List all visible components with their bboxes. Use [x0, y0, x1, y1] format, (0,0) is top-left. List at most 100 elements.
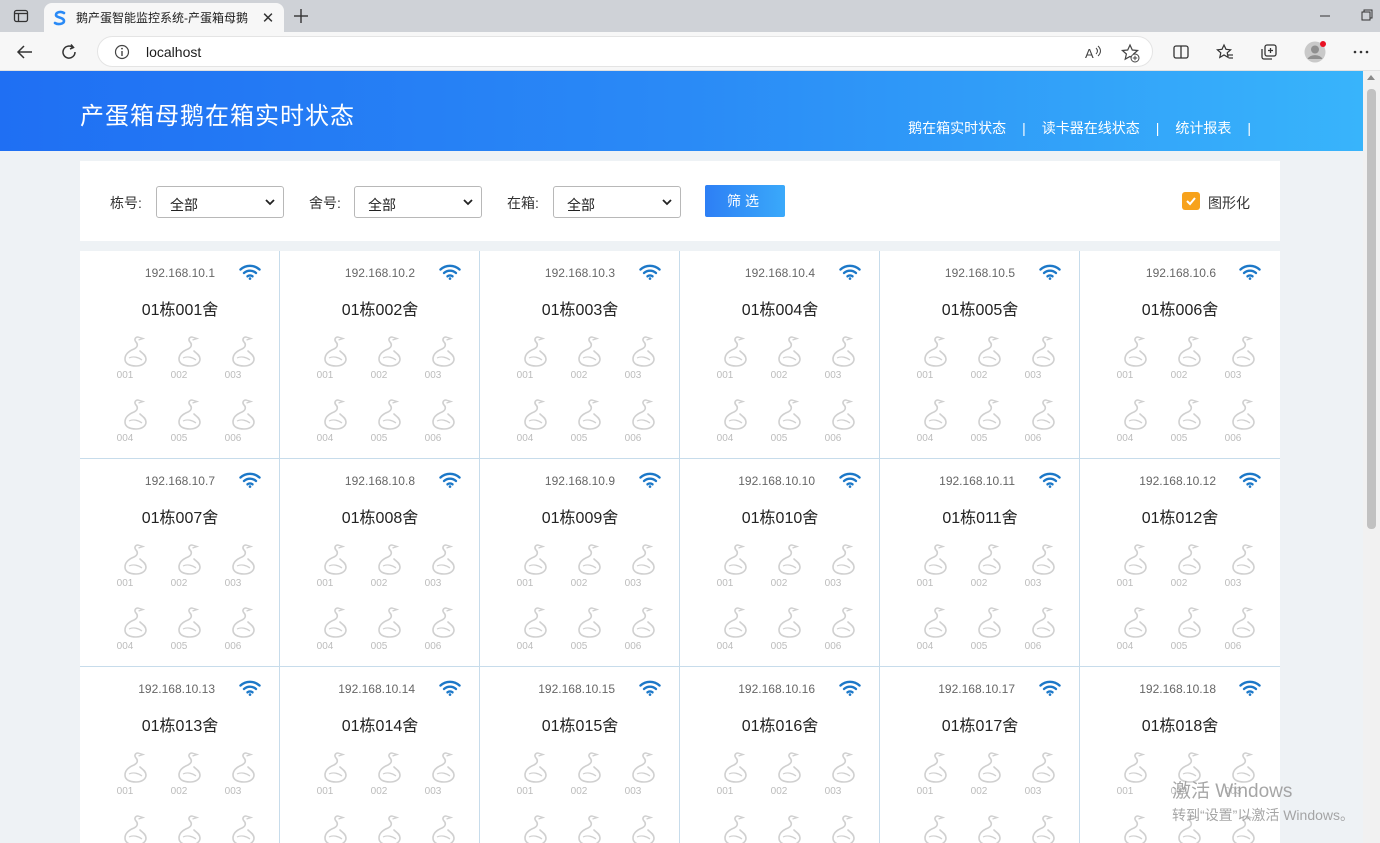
filter-button[interactable]: 筛选	[705, 185, 785, 217]
nest-box[interactable]: 004	[109, 397, 163, 460]
nest-box[interactable]: 001	[709, 542, 763, 605]
nest-box[interactable]: 004	[1109, 605, 1163, 668]
nest-box[interactable]: 003	[817, 750, 871, 813]
nest-box[interactable]: 003	[217, 334, 271, 397]
minimize-button[interactable]	[1312, 6, 1338, 26]
room-card[interactable]: 192.168.10.14 01栋014舍 001 002 003 004005006	[280, 667, 480, 843]
nest-box[interactable]: 006	[1017, 605, 1071, 668]
read-aloud-icon[interactable]: A	[1084, 43, 1104, 63]
nest-box[interactable]: 004	[309, 605, 363, 668]
nest-box[interactable]: 006	[617, 813, 671, 843]
address-bar[interactable]: localhost A	[97, 36, 1153, 67]
nest-box[interactable]: 006	[417, 813, 471, 843]
nest-box[interactable]: 001	[309, 334, 363, 397]
nest-box[interactable]: 006	[417, 605, 471, 668]
room-card[interactable]: 192.168.10.4 01栋004舍 001 002 003 004 005 006	[680, 251, 880, 459]
nest-box[interactable]: 003	[1017, 542, 1071, 605]
nest-box[interactable]: 001	[309, 542, 363, 605]
nest-box[interactable]: 001	[109, 542, 163, 605]
restore-button[interactable]	[1356, 6, 1378, 26]
nest-box[interactable]: 001	[509, 542, 563, 605]
nest-box[interactable]: 002	[163, 334, 217, 397]
new-tab-button[interactable]	[290, 5, 312, 27]
nest-box[interactable]: 004	[309, 813, 363, 843]
nest-box[interactable]: 003	[817, 334, 871, 397]
nest-box[interactable]: 002	[963, 334, 1017, 397]
tab-actions-button[interactable]	[8, 5, 34, 27]
nest-box[interactable]: 004	[1109, 813, 1163, 843]
scroll-thumb[interactable]	[1367, 89, 1376, 529]
nest-box[interactable]: 001	[709, 750, 763, 813]
nest-box[interactable]: 005	[363, 605, 417, 668]
room-card[interactable]: 192.168.10.5 01栋005舍 001 002 003 004 005 006	[880, 251, 1080, 459]
nest-box[interactable]: 004	[909, 397, 963, 460]
nest-box[interactable]: 003	[1217, 542, 1271, 605]
nest-box[interactable]: 004	[909, 813, 963, 843]
nest-box[interactable]: 002	[963, 542, 1017, 605]
room-card[interactable]: 192.168.10.11 01栋011舍 001 002 003 004 005 006	[880, 459, 1080, 667]
settings-more-button[interactable]	[1348, 39, 1374, 65]
nest-box[interactable]: 001	[1109, 334, 1163, 397]
nest-box[interactable]: 001	[909, 542, 963, 605]
nest-box[interactable]: 004	[109, 605, 163, 668]
split-screen-button[interactable]	[1168, 39, 1194, 65]
nest-box[interactable]: 004	[709, 605, 763, 668]
nest-box[interactable]: 005	[963, 397, 1017, 460]
favorites-button[interactable]	[1212, 39, 1238, 65]
browser-tab[interactable]: 鹅产蛋智能监控系统-产蛋箱母鹅 ✕	[44, 3, 284, 32]
room-card[interactable]: 192.168.10.10 01栋010舍 001 002 003 004 005 006	[680, 459, 880, 667]
graphical-label[interactable]: 图形化	[1208, 193, 1250, 213]
nest-box[interactable]: 006	[817, 397, 871, 460]
nest-box[interactable]: 004	[709, 813, 763, 843]
url-text[interactable]: localhost	[146, 44, 201, 60]
profile-button[interactable]	[1302, 39, 1328, 65]
nest-box[interactable]: 005	[963, 813, 1017, 843]
nest-box[interactable]: 002	[163, 750, 217, 813]
nest-box[interactable]: 002	[763, 750, 817, 813]
nest-box[interactable]: 003	[1217, 334, 1271, 397]
nest-box[interactable]: 001	[1109, 750, 1163, 813]
nest-box[interactable]: 006	[617, 605, 671, 668]
nest-box[interactable]: 005	[363, 813, 417, 843]
nest-box[interactable]: 003	[1017, 750, 1071, 813]
nest-box[interactable]: 004	[509, 813, 563, 843]
nest-box[interactable]: 002	[763, 542, 817, 605]
nest-box[interactable]: 005	[163, 813, 217, 843]
nest-box[interactable]: 001	[909, 334, 963, 397]
room-select[interactable]: 全部	[354, 186, 482, 218]
nest-box[interactable]: 005	[763, 397, 817, 460]
room-card[interactable]: 192.168.10.8 01栋008舍 001 002 003 004 005 006	[280, 459, 480, 667]
nest-box[interactable]: 002	[363, 334, 417, 397]
nest-box[interactable]: 003	[617, 542, 671, 605]
nest-box[interactable]: 001	[509, 334, 563, 397]
collections-button[interactable]	[1256, 39, 1282, 65]
nest-box[interactable]: 003	[417, 334, 471, 397]
room-card[interactable]: 192.168.10.6 01栋006舍 001 002 003 004 005 006	[1080, 251, 1280, 459]
building-select[interactable]: 全部	[156, 186, 284, 218]
room-card[interactable]: 192.168.10.9 01栋009舍 001 002 003 004 005 006	[480, 459, 680, 667]
info-icon[interactable]	[114, 44, 130, 60]
nest-box[interactable]: 005	[763, 813, 817, 843]
room-card[interactable]: 192.168.10.1 01栋001舍 001 002 003 004 005 006	[80, 251, 280, 459]
nest-box[interactable]: 003	[617, 334, 671, 397]
nest-box[interactable]: 003	[217, 542, 271, 605]
nest-box[interactable]: 003	[817, 542, 871, 605]
nest-box[interactable]: 003	[417, 750, 471, 813]
nest-box[interactable]: 001	[109, 750, 163, 813]
nest-box[interactable]: 003	[617, 750, 671, 813]
room-card[interactable]: 192.168.10.17 01栋017舍 001 002 003 004005006	[880, 667, 1080, 843]
nest-box[interactable]: 005	[763, 605, 817, 668]
nest-box[interactable]: 001	[309, 750, 363, 813]
scroll-up-arrow-icon[interactable]	[1367, 75, 1375, 80]
nest-box[interactable]: 005	[563, 397, 617, 460]
nest-box[interactable]: 002	[1163, 334, 1217, 397]
nest-box[interactable]: 002	[1163, 542, 1217, 605]
nest-box[interactable]: 001	[709, 334, 763, 397]
nest-box[interactable]: 001	[109, 334, 163, 397]
nest-box[interactable]: 002	[763, 334, 817, 397]
nest-box[interactable]: 006	[817, 813, 871, 843]
nest-box[interactable]: 006	[1217, 605, 1271, 668]
graphical-checkbox[interactable]	[1182, 192, 1200, 210]
nest-box[interactable]: 002	[563, 334, 617, 397]
nest-box[interactable]: 006	[1217, 397, 1271, 460]
